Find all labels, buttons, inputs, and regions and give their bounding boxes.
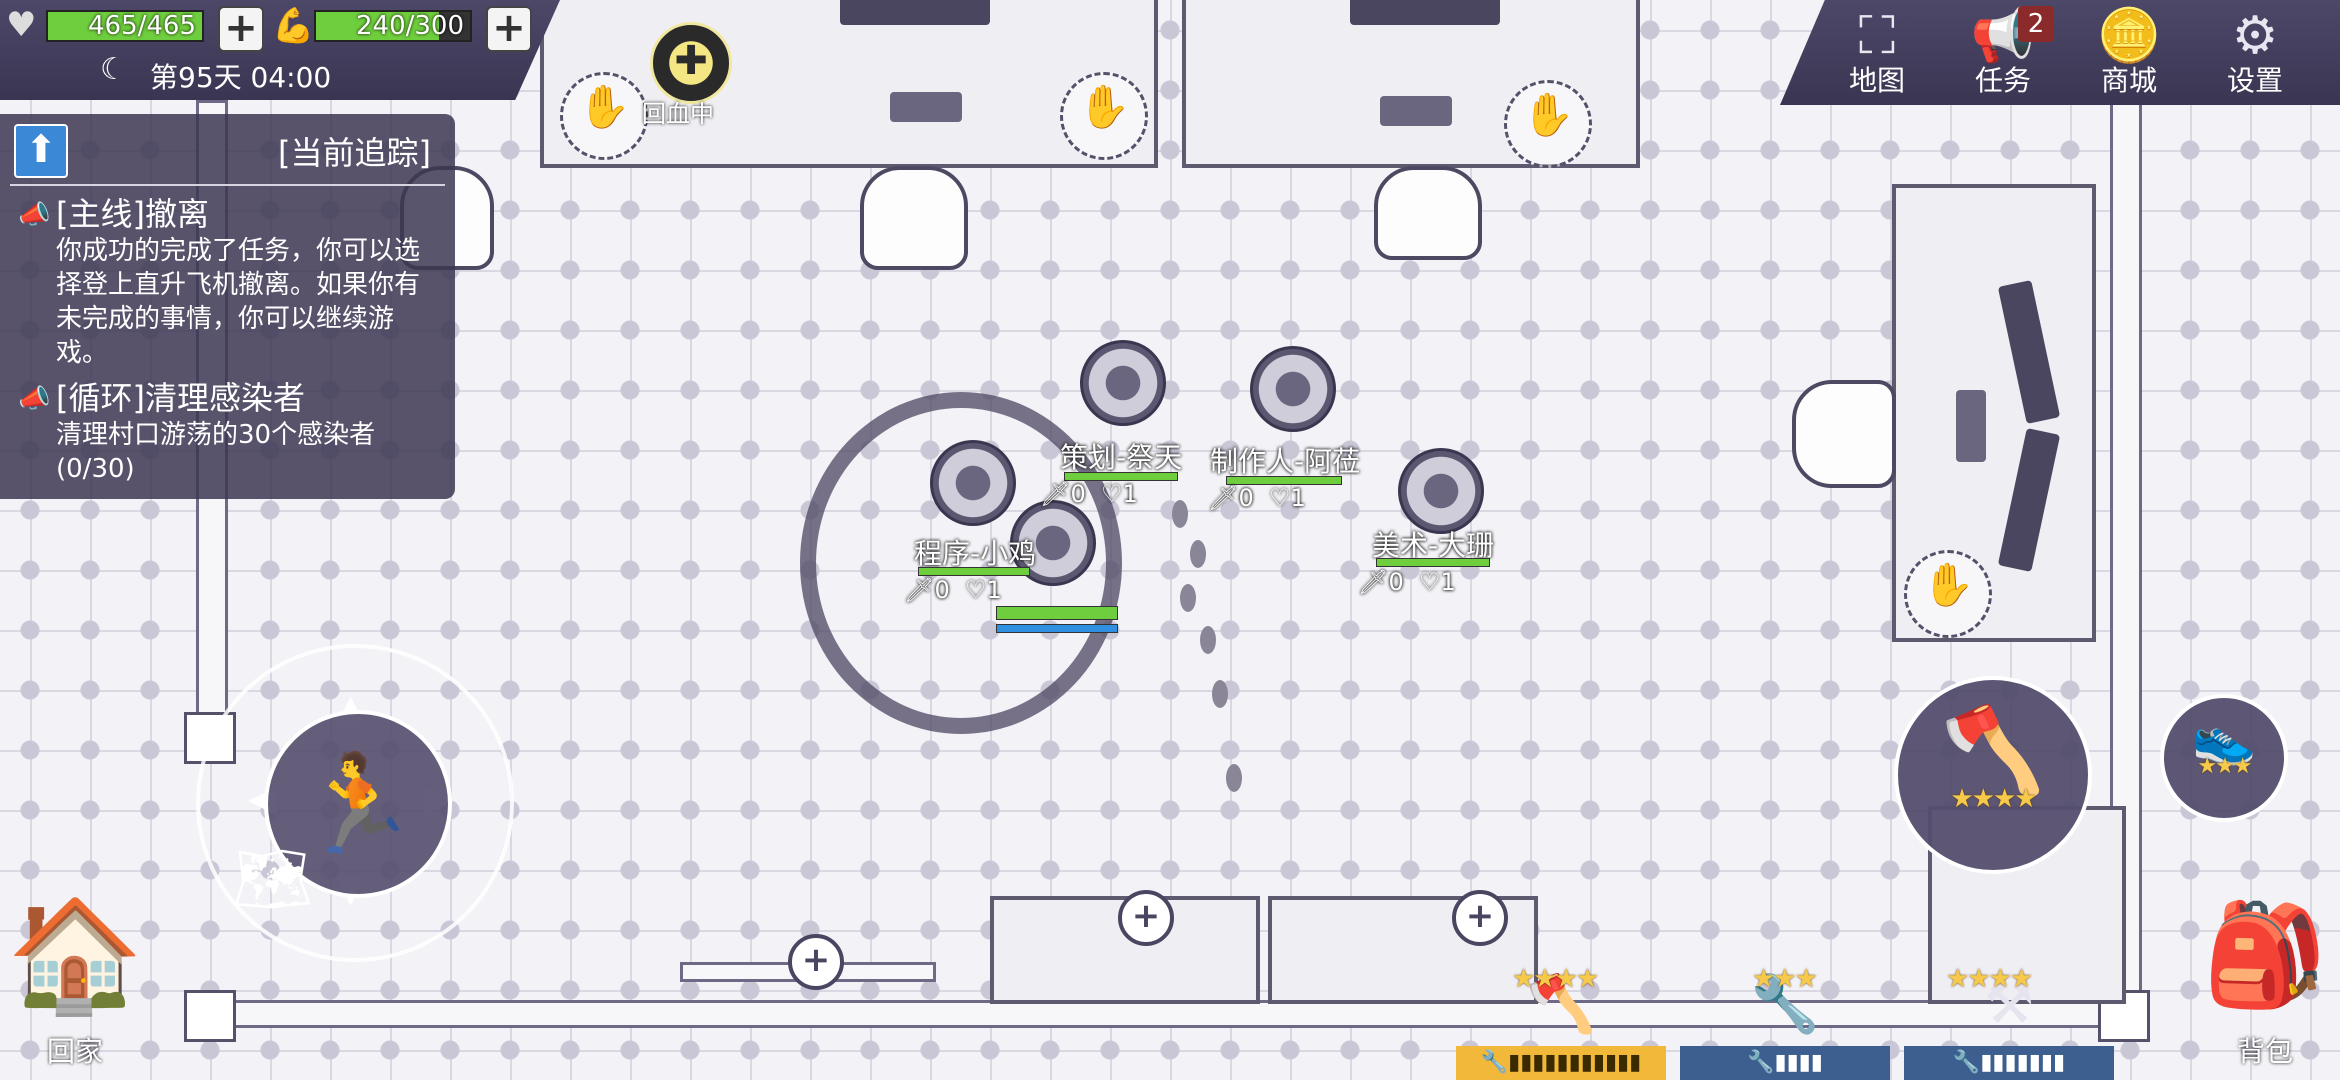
hand-icon: ✋ <box>1522 90 1575 139</box>
collapse-quest-button[interactable]: ⬆ <box>14 124 68 178</box>
home-label: 回家 <box>46 1035 103 1068</box>
npc-character <box>1250 346 1336 432</box>
coins-icon: 🪙 <box>2096 6 2162 66</box>
tasks-label: 任务 <box>1974 64 2031 97</box>
hand-icon: ✋ <box>578 82 631 131</box>
footprint <box>1200 626 1216 654</box>
slot-durability: 🔧▮▮▮▮ <box>1680 1046 1890 1080</box>
inspect-zoom-icon[interactable]: + <box>1452 890 1508 946</box>
slot-durability: 🔧▮▮▮▮▮▮▮ <box>1904 1046 2114 1080</box>
quest-tracker-panel[interactable]: ⬆ [当前追踪] 📣 [主线]撤离 你成功的完成了任务，你可以选择登上直升飞机撤… <box>0 114 455 499</box>
add-stamina-button[interactable]: + <box>486 6 532 52</box>
moon-icon: ☾ <box>100 52 127 87</box>
quest-description: 你成功的完成了任务，你可以选择登上直升飞机撤离。如果你有未完成的事情，你可以继续… <box>56 236 421 368</box>
house-icon: 🏠 <box>6 891 144 1019</box>
attack-button[interactable]: 🪓 ★★★★ <box>1894 676 2092 874</box>
healing-label: 回血中 <box>642 100 714 128</box>
hand-icon: ✋ <box>1078 82 1131 131</box>
tasks-badge: 2 <box>2018 6 2054 42</box>
stamina-value: 240/300 <box>355 11 464 41</box>
player-mp-bar <box>996 624 1118 633</box>
strength-arm-icon: 💪 <box>272 6 315 46</box>
character-hp-bar <box>918 567 1030 576</box>
gear-icon: ⚙ <box>2231 6 2279 66</box>
quest-title: [循环]清理感染者 <box>56 379 305 417</box>
heart-icon: ♥ <box>6 5 37 45</box>
health-value: 465/465 <box>87 11 196 41</box>
character-stats: 🗡0 ♡1 <box>1040 480 1138 508</box>
megaphone-icon: 📣 <box>18 384 51 414</box>
footprint <box>1180 584 1196 612</box>
skill-stars: ★★★ <box>2197 754 2252 779</box>
weapon-stars: ★★★★ <box>1950 784 2037 814</box>
character-stats: 🗡0 ♡1 <box>904 576 1002 604</box>
quest-item[interactable]: 📣 [主线]撤离 你成功的完成了任务，你可以选择登上直升飞机撤离。如果你有未完成… <box>18 194 438 370</box>
player-hp-bar <box>996 606 1118 620</box>
character-name: 制作人-阿莅 <box>1210 445 1361 478</box>
skill-button[interactable]: 👟 ★★★ <box>2160 694 2288 822</box>
character-stats: 🗡0 ♡1 <box>1208 484 1306 512</box>
footprint <box>1212 680 1228 708</box>
character-name: 程序-小鸡 <box>914 537 1037 570</box>
quest-tracker-title: [当前追踪] <box>278 134 431 172</box>
weapon-slot-3[interactable]: ⚒ ★★★★ 🔧▮▮▮▮▮▮▮ <box>1904 964 2114 1080</box>
slot-stars: ★★★★ <box>1512 964 1599 994</box>
weapon-slot-1[interactable]: 🪓 ★★★★ 🔧▮▮▮▮▮▮▮▮▮▮▮ <box>1456 964 1666 1080</box>
slot-durability: 🔧▮▮▮▮▮▮▮▮▮▮▮ <box>1456 1046 1666 1080</box>
office-chair <box>1374 166 1482 260</box>
office-chair <box>1792 380 1896 488</box>
office-chair <box>860 166 968 270</box>
folded-map-icon[interactable]: 🗺 <box>232 842 313 917</box>
settings-label: 设置 <box>2226 64 2283 97</box>
footprint <box>1172 500 1188 528</box>
day-time: 第95天 04:00 <box>150 61 332 94</box>
stamina-bar: 240/300 <box>314 10 472 42</box>
character-hp-bar <box>1376 558 1490 567</box>
character-stats: 🗡0 ♡1 <box>1358 568 1456 596</box>
bag-label: 背包 <box>2236 1035 2293 1068</box>
megaphone-icon: 📣 <box>18 200 51 230</box>
wall-post <box>184 990 236 1042</box>
slot-stars: ★★★★ <box>1946 964 2033 994</box>
quest-description: 清理村口游荡的30个感染者 <box>56 420 376 450</box>
footprint <box>1190 540 1206 568</box>
tasks-button[interactable]: 📢 任务 2 <box>1948 6 2058 102</box>
weapon-slot-2[interactable]: 🔧 ★★★ 🔧▮▮▮▮ <box>1680 964 1890 1080</box>
computer-monitor <box>1350 0 1500 25</box>
computer-monitor <box>840 0 990 25</box>
bag-button[interactable]: 🎒 背包 <box>2190 880 2340 1080</box>
hand-icon: ✋ <box>1922 560 1975 609</box>
healing-buff-icon: ✚ <box>650 22 732 104</box>
character-name: 策划-祭天 <box>1060 441 1183 474</box>
backpack-icon: 🎒 <box>2202 896 2328 1013</box>
quest-item[interactable]: 📣 [循环]清理感染者 清理村口游荡的30个感染者 (0/30) <box>18 378 438 486</box>
quest-title: [主线]撤离 <box>56 195 209 233</box>
map-label: 地图 <box>1848 64 1905 97</box>
npc-character <box>930 440 1016 526</box>
inspect-zoom-icon[interactable]: + <box>1118 890 1174 946</box>
settings-button[interactable]: ⚙ 设置 <box>2200 6 2310 102</box>
health-bar: 465/465 <box>46 10 204 42</box>
keyboard <box>1380 96 1452 126</box>
map-button[interactable]: ⛶ 地图 <box>1822 6 1932 102</box>
footprint <box>1226 764 1242 792</box>
add-health-button[interactable]: + <box>218 6 264 52</box>
npc-character <box>1080 340 1166 426</box>
home-button[interactable]: 🏠 回家 <box>0 880 150 1080</box>
map-pin-icon: ⛶ <box>1858 6 1896 66</box>
inspect-zoom-icon[interactable]: + <box>788 934 844 990</box>
keyboard <box>890 92 962 122</box>
divider <box>10 184 445 186</box>
npc-character <box>1398 448 1484 534</box>
slot-stars: ★★★ <box>1752 964 1818 994</box>
keyboard <box>1956 390 1986 462</box>
shop-button[interactable]: 🪙 商城 <box>2074 6 2184 102</box>
quest-progress: (0/30) <box>56 454 135 484</box>
shop-label: 商城 <box>2100 64 2157 97</box>
